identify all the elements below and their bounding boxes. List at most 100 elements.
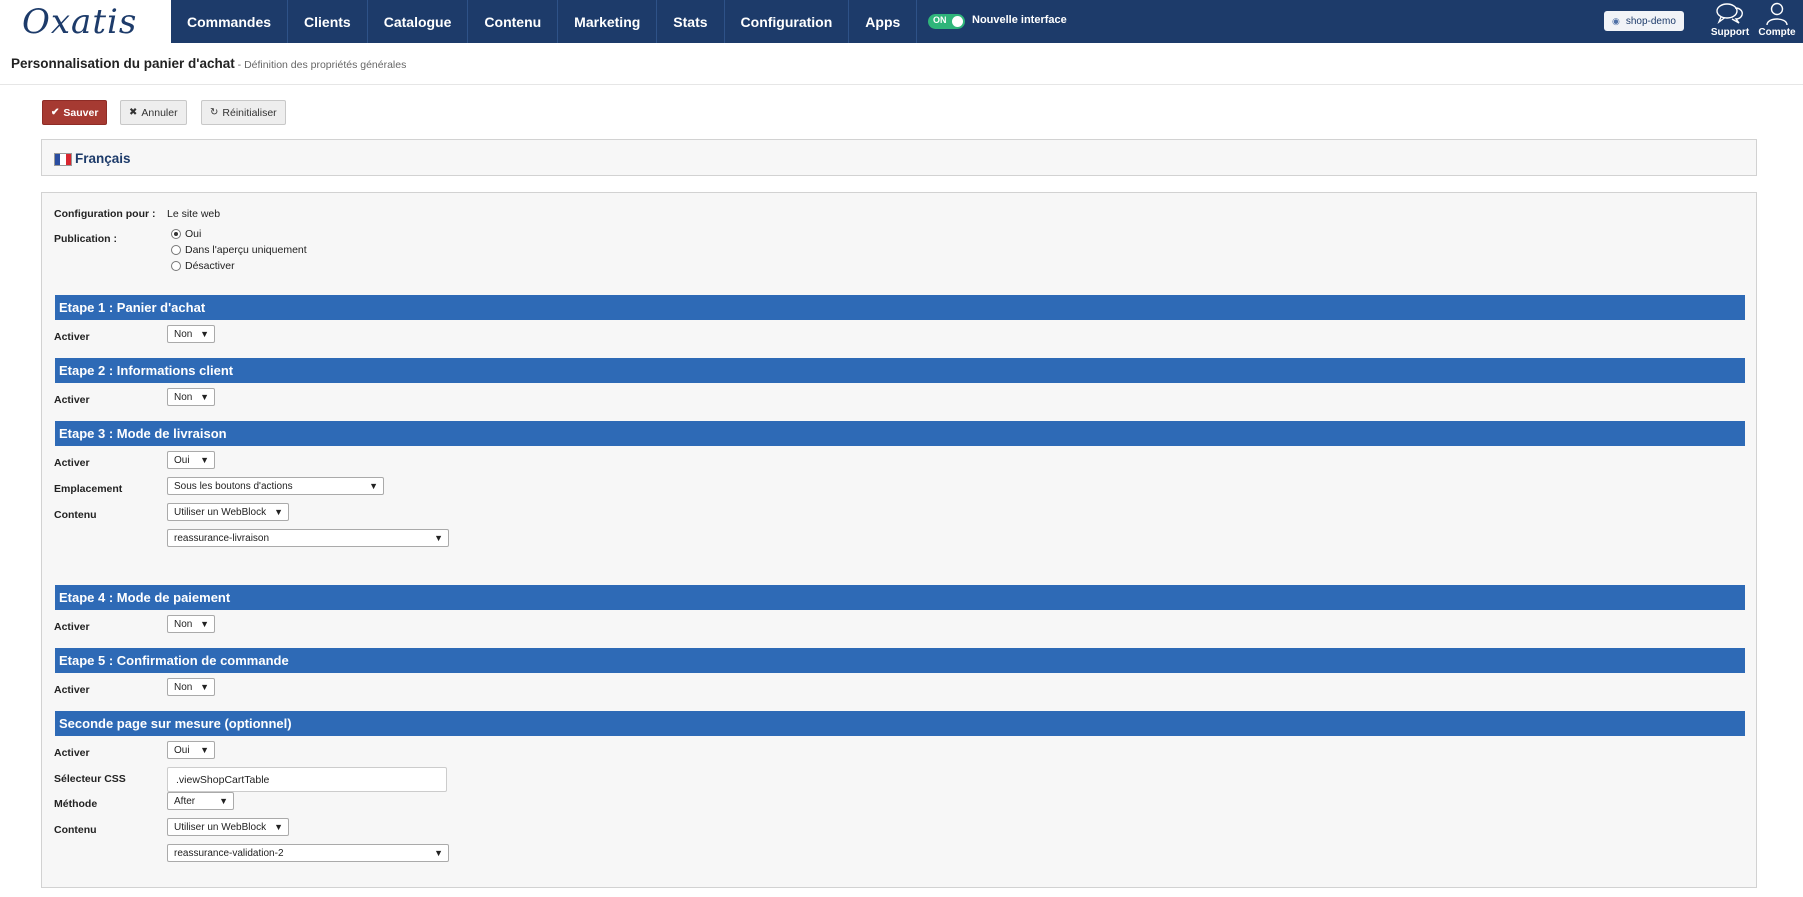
dropdown-arrow-icon: ▼ — [434, 848, 443, 858]
dropdown-arrow-icon: ▼ — [200, 455, 209, 465]
nav-item-clients[interactable]: Clients — [288, 0, 368, 43]
dropdown-arrow-icon: ▼ — [200, 392, 209, 402]
section-seconde-page: Seconde page sur mesure (optionnel) — [55, 711, 1745, 736]
select-value: Non — [174, 618, 193, 630]
save-label: Sauver — [63, 106, 99, 119]
user-icon — [1766, 2, 1788, 26]
shop-badge[interactable]: ◉ shop-demo — [1604, 11, 1684, 31]
reset-label: Réinitialiser — [222, 106, 277, 119]
radio-label: Désactiver — [185, 260, 235, 272]
page-title: Personnalisation du panier d'achat - Déf… — [11, 56, 406, 71]
new-interface-toggle[interactable]: ON — [928, 14, 965, 29]
radio-button[interactable] — [171, 245, 181, 255]
etape-3-activer-select[interactable]: Oui ▼ — [167, 451, 215, 469]
section-etape-3: Etape 3 : Mode de livraison — [55, 421, 1745, 446]
config-value: Le site web — [167, 208, 221, 220]
select-value: reassurance-livraison — [174, 532, 270, 544]
main-nav: Commandes Clients Catalogue Contenu Mark… — [171, 0, 918, 43]
french-flag-icon — [54, 153, 72, 166]
select-value: After — [174, 795, 196, 807]
select-value: Oui — [174, 744, 190, 756]
etape-1-activer-select[interactable]: Non ▼ — [167, 325, 215, 343]
new-interface-label: Nouvelle interface — [972, 14, 1067, 26]
account-label: Compte — [1758, 27, 1796, 38]
seconde-page-activer-select[interactable]: Oui ▼ — [167, 741, 215, 759]
activer-label: Activer — [54, 331, 90, 343]
cancel-label: Annuler — [141, 106, 178, 119]
select-value: Oui — [174, 454, 190, 466]
publication-label: Publication : — [54, 233, 117, 245]
select-value: Non — [174, 391, 193, 403]
activer-label: Activer — [54, 394, 90, 406]
etape-3-webblock-select[interactable]: reassurance-livraison ▼ — [167, 529, 449, 547]
contenu-label: Contenu — [54, 509, 97, 521]
chat-bubbles-icon — [1716, 3, 1743, 25]
nav-item-stats[interactable]: Stats — [657, 0, 725, 43]
input-value: .viewShopCartTable — [176, 773, 270, 786]
section-etape-1: Etape 1 : Panier d'achat — [55, 295, 1745, 320]
dropdown-arrow-icon: ▼ — [434, 533, 443, 543]
nav-item-contenu[interactable]: Contenu — [468, 0, 559, 43]
section-etape-4: Etape 4 : Mode de paiement — [55, 585, 1745, 610]
activer-label: Activer — [54, 684, 90, 696]
page-subtitle: - Définition des propriétés générales — [234, 59, 407, 71]
dropdown-arrow-icon: ▼ — [369, 481, 378, 491]
contenu-label: Contenu — [54, 824, 97, 836]
etape-2-activer-select[interactable]: Non ▼ — [167, 388, 215, 406]
select-value: Sous les boutons d'actions — [174, 480, 293, 492]
etape-3-contenu-select[interactable]: Utiliser un WebBlock ▼ — [167, 503, 289, 521]
select-value: Non — [174, 681, 193, 693]
language-panel: Français — [41, 139, 1757, 176]
support-button[interactable]: Support — [1708, 2, 1752, 42]
toggle-state: ON — [933, 15, 947, 25]
top-navbar: Oxatis Commandes Clients Catalogue Conte… — [0, 0, 1803, 43]
save-button[interactable]: ✔ Sauver — [42, 100, 108, 125]
nav-item-apps[interactable]: Apps — [849, 0, 918, 43]
nav-item-commandes[interactable]: Commandes — [171, 0, 289, 43]
etape-5-activer-select[interactable]: Non ▼ — [167, 678, 215, 696]
toggle-knob — [952, 16, 963, 27]
emplacement-label: Emplacement — [54, 483, 123, 495]
cancel-button[interactable]: ✖ Annuler — [120, 100, 187, 125]
radio-button[interactable] — [171, 261, 181, 271]
methode-label: Méthode — [54, 798, 98, 810]
publication-option-apercu[interactable]: Dans l'aperçu uniquement — [171, 244, 307, 256]
nav-item-configuration[interactable]: Configuration — [725, 0, 850, 43]
account-button[interactable]: Compte — [1755, 2, 1799, 42]
select-value: reassurance-validation-2 — [174, 847, 284, 859]
selecteur-css-input[interactable]: .viewShopCartTable — [167, 767, 447, 792]
seconde-page-webblock-select[interactable]: reassurance-validation-2 ▼ — [167, 844, 449, 862]
reset-button[interactable]: ↻ Réinitialiser — [201, 100, 286, 125]
section-etape-5: Etape 5 : Confirmation de commande — [55, 648, 1745, 673]
radio-label: Oui — [185, 228, 202, 240]
etape-4-activer-select[interactable]: Non ▼ — [167, 615, 215, 633]
support-label: Support — [1710, 27, 1750, 38]
nav-item-catalogue[interactable]: Catalogue — [368, 0, 469, 43]
logo[interactable]: Oxatis — [0, 0, 171, 43]
dropdown-arrow-icon: ▼ — [200, 682, 209, 692]
check-icon: ✔ — [51, 107, 60, 118]
section-etape-2: Etape 2 : Informations client — [55, 358, 1745, 383]
etape-3-emplacement-select[interactable]: Sous les boutons d'actions ▼ — [167, 477, 384, 495]
radio-label: Dans l'aperçu uniquement — [185, 244, 307, 256]
dropdown-arrow-icon: ▼ — [200, 619, 209, 629]
language-label: Français — [75, 151, 131, 166]
dropdown-arrow-icon: ▼ — [200, 745, 209, 755]
shop-name: shop-demo — [1625, 15, 1676, 27]
logo-text: Oxatis — [22, 1, 138, 42]
nav-item-marketing[interactable]: Marketing — [558, 0, 658, 43]
activer-label: Activer — [54, 457, 90, 469]
refresh-icon: ↻ — [210, 107, 219, 118]
methode-select[interactable]: After ▼ — [167, 792, 234, 810]
radio-button[interactable] — [171, 229, 181, 239]
publication-option-oui[interactable]: Oui — [171, 228, 201, 240]
selecteur-css-label: Sélecteur CSS — [54, 773, 126, 785]
activer-label: Activer — [54, 621, 90, 633]
seconde-page-contenu-select[interactable]: Utiliser un WebBlock ▼ — [167, 818, 289, 836]
publication-option-desactiver[interactable]: Désactiver — [171, 260, 235, 272]
page-title-text: Personnalisation du panier d'achat — [11, 56, 235, 71]
settings-panel: Configuration pour : Le site web Publica… — [41, 192, 1757, 888]
dropdown-arrow-icon: ▼ — [274, 507, 283, 517]
page-header: Personnalisation du panier d'achat - Déf… — [0, 43, 1803, 85]
config-label: Configuration pour : — [54, 208, 156, 220]
